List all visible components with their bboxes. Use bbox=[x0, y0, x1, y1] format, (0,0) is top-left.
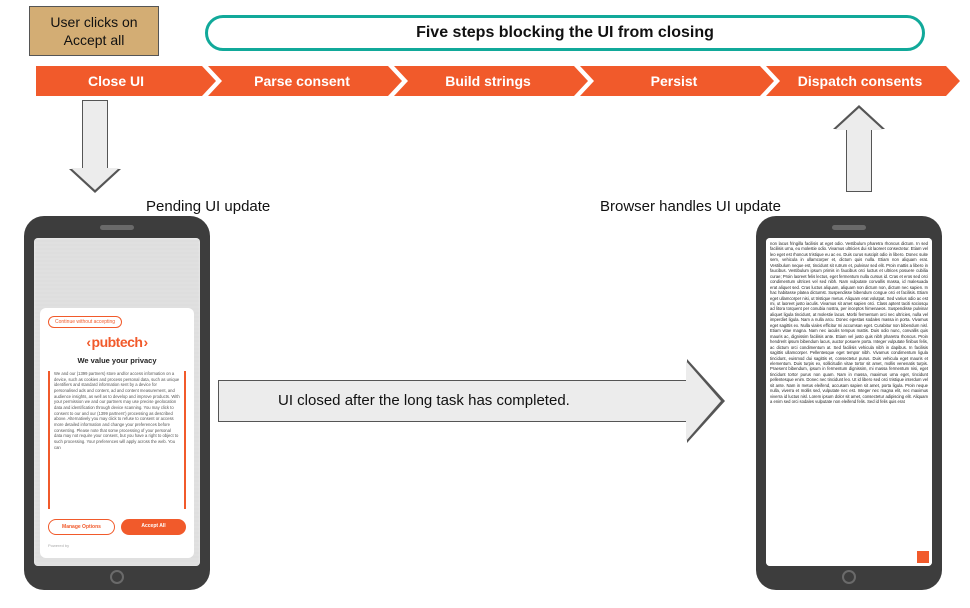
phone-before: Continue without accepting pubtech We va… bbox=[24, 216, 210, 590]
steps-strip: Close UI Parse consent Build strings Per… bbox=[36, 66, 946, 96]
dialog-button-row: Manage Options Accept All bbox=[48, 519, 186, 535]
step-label: Build strings bbox=[445, 73, 531, 89]
user-action-box: User clicks on Accept all bbox=[29, 6, 159, 56]
phone-speaker-icon bbox=[832, 225, 866, 230]
label-pending-update: Pending UI update bbox=[146, 198, 270, 215]
step-label: Parse consent bbox=[254, 73, 350, 89]
title-pill-text: Five steps blocking the UI from closing bbox=[416, 24, 714, 42]
title-pill: Five steps blocking the UI from closing bbox=[205, 15, 925, 51]
phone-home-icon bbox=[110, 570, 124, 584]
phone-home-icon bbox=[842, 570, 856, 584]
phone-speaker-icon bbox=[100, 225, 134, 230]
arrow-up-icon bbox=[846, 128, 872, 192]
dialog-tagline: We value your privacy bbox=[48, 356, 186, 365]
continue-without-link[interactable]: Continue without accepting bbox=[48, 316, 122, 328]
step-build-strings: Build strings bbox=[394, 66, 574, 96]
step-label: Dispatch consents bbox=[798, 73, 922, 89]
accept-all-button[interactable]: Accept All bbox=[121, 519, 186, 535]
cmp-badge-icon bbox=[917, 551, 929, 563]
phone-screen: non lacus fringilla facilisis at eget od… bbox=[766, 238, 932, 566]
step-close-ui: Close UI bbox=[36, 66, 202, 96]
manage-options-button[interactable]: Manage Options bbox=[48, 519, 115, 535]
powered-by-text: Powered by bbox=[48, 543, 186, 548]
step-label: Close UI bbox=[88, 73, 144, 89]
step-persist: Persist bbox=[580, 66, 760, 96]
label-browser-update: Browser handles UI update bbox=[600, 198, 781, 215]
dialog-body-text: We and our (1399 partners) store and/or … bbox=[48, 371, 186, 509]
phone-screen: Continue without accepting pubtech We va… bbox=[34, 238, 200, 566]
consent-dialog: Continue without accepting pubtech We va… bbox=[40, 308, 194, 558]
user-action-text: User clicks on Accept all bbox=[30, 13, 158, 49]
arrow-down-icon bbox=[82, 100, 108, 170]
step-label: Persist bbox=[651, 73, 698, 89]
phone-after: non lacus fringilla facilisis at eget od… bbox=[756, 216, 942, 590]
brand-logo: pubtech bbox=[48, 334, 186, 350]
label-ui-closed: UI closed after the long task has comple… bbox=[278, 392, 570, 409]
step-dispatch-consents: Dispatch consents bbox=[766, 66, 946, 96]
step-parse-consent: Parse consent bbox=[208, 66, 388, 96]
